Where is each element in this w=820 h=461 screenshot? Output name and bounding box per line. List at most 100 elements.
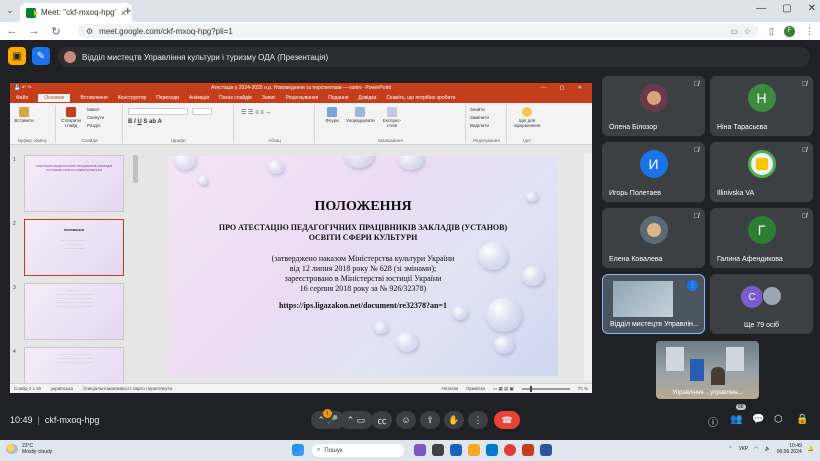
slide-scrollbar — [584, 153, 592, 381]
copilot-icon[interactable] — [414, 444, 426, 456]
present-button[interactable]: ⇪ — [420, 411, 440, 429]
bookmark-star-icon[interactable]: ☆ — [744, 27, 751, 36]
ppt-tab-help: Довідка — [358, 95, 377, 101]
view-icons: ▭ ▦ ▤ ▣ — [492, 385, 514, 391]
hand-raise-badge: 1 — [323, 409, 332, 418]
thumb2-body: ·························· ··············… — [61, 238, 87, 250]
slide-thumbnails-pane: 1 АТЕСТАЦІЯ ПЕДАГОГІЧНИХ ПРАЦІВНИКІВ ЗАК… — [10, 153, 140, 393]
cast-icon[interactable]: ▭ — [730, 27, 738, 36]
accessibility-status: Спеціальні можливості: варто переглянути — [82, 386, 173, 391]
chrome-icon[interactable] — [504, 444, 516, 456]
browser-tab-meet[interactable]: Meet: "ckf-mxoq-hpg" × — [20, 3, 132, 22]
bubble-decoration — [268, 160, 284, 174]
people-icon[interactable]: 👥 — [730, 414, 742, 425]
speaking-indicator-icon: ⋮ — [687, 280, 698, 291]
info-icon[interactable]: ⓘ — [708, 414, 718, 429]
slide-counter: Слайд 2 з 19 — [14, 386, 41, 391]
more-participants-tile[interactable]: С Ще 79 осіб — [710, 274, 813, 334]
more-vert-icon: ⋮ — [473, 414, 483, 425]
camera-toggle-button[interactable]: ⌃ ▭ — [339, 411, 373, 429]
file-explorer-icon[interactable] — [468, 444, 480, 456]
participant-tile[interactable]: 🎙̸ Illinivska VA — [710, 142, 813, 202]
participant-name: Ніна Тарасьєва — [717, 124, 768, 131]
forward-arrow-icon[interactable]: → — [28, 25, 40, 37]
ppt-tab-insert: Вставлення — [80, 95, 108, 101]
thumb2-title: ПОЛОЖЕННЯ — [63, 228, 84, 232]
participant-tile[interactable]: И 🎙̸ Игорь Полетаев — [602, 142, 705, 202]
participant-tile[interactable]: 🎙̸ Олена Білозор — [602, 76, 705, 136]
presenter-tile[interactable]: ⋮ Відділ мистецтв Управлін... — [602, 274, 705, 334]
shapes-button: Фігури — [322, 107, 342, 123]
site-info-icon[interactable]: ⚙ — [86, 27, 93, 36]
activities-icon[interactable]: ⬡ — [774, 414, 783, 425]
ppt-tab-design: Конструктор — [117, 95, 147, 101]
profile-avatar[interactable]: F — [784, 25, 795, 37]
section-button: Розділ — [87, 123, 101, 128]
participant-tile[interactable]: Н 🎙̸ Ніна Тарасьєва — [710, 76, 813, 136]
zoom-slider — [521, 385, 570, 392]
raise-hand-button[interactable]: ✋ — [444, 411, 464, 429]
edit-pen-icon[interactable]: ✎ — [32, 47, 50, 65]
close-window-button[interactable]: ✕ — [808, 3, 816, 14]
tray-chevron-icon[interactable]: ⌃ — [728, 446, 732, 452]
participant-name: Олена Білозор — [609, 124, 658, 131]
address-bar[interactable]: ⚙ meet.google.com/ckf-mxoq-hpg?pli=1 ▭ ☆ — [78, 24, 760, 38]
language-indicator[interactable]: УКР — [739, 446, 748, 452]
bubble-decoration — [398, 156, 424, 170]
bubble-decoration — [374, 322, 388, 334]
reload-icon[interactable]: ↻ — [50, 25, 62, 38]
chat-icon[interactable]: 💬 — [752, 414, 764, 425]
window-decoration — [726, 347, 744, 371]
windows-start-icon[interactable] — [292, 444, 304, 456]
volume-icon[interactable]: 🔈 — [765, 446, 771, 452]
store-icon[interactable] — [486, 444, 498, 456]
new-tab-button[interactable]: + — [124, 4, 132, 18]
taskbar-search[interactable]: ⌕ Пошук — [312, 444, 404, 457]
bubble-decoration — [344, 156, 374, 168]
back-arrow-icon[interactable]: ← — [6, 25, 18, 37]
ppt-tell-me: Скажіть, що потрібно зробити — [386, 95, 456, 101]
thumb-number: 4 — [13, 349, 16, 355]
participant-tile[interactable]: Г 🎙̸ Галина Афендикова — [710, 208, 813, 268]
system-tray: ⌃ УКР ◠ 🔈 10:49 06.06.2024 🔔 — [728, 443, 814, 455]
reset-button: Скинути — [87, 115, 105, 120]
zoom-level: 72 % — [577, 386, 588, 391]
edge-icon[interactable] — [450, 444, 462, 456]
task-view-icon[interactable] — [432, 444, 444, 456]
presenting-banner: Відділ мистецтв Управління культури і ту… — [58, 47, 810, 67]
comments-button: Примітки — [466, 386, 485, 391]
participant-avatar: Г — [747, 216, 776, 244]
captions-button[interactable]: ㏄ — [372, 411, 392, 429]
ppt-ribbon: Вставити Буфер обміну Створити слайд Мак… — [10, 103, 592, 145]
menu-kebab-icon[interactable]: ⋮ — [805, 26, 814, 37]
powerpoint-icon[interactable] — [522, 444, 534, 456]
end-call-icon: ☎ — [501, 414, 513, 425]
reactions-button[interactable]: ☺ — [396, 411, 416, 429]
host-controls-icon[interactable]: 🔒 — [796, 414, 808, 425]
maximize-button[interactable]: ▢ — [782, 3, 791, 14]
tab-search-icon[interactable]: ⌄ — [4, 5, 16, 17]
minimize-button[interactable]: — — [756, 3, 766, 14]
notifications-icon[interactable]: 🔔 — [808, 446, 814, 452]
layout-button: Макет — [87, 107, 100, 112]
thumb3-body: ··············· ·························… — [55, 288, 93, 308]
design-ideas-button: Ідеї для оформлення — [510, 107, 544, 128]
participant-tile[interactable]: 🎙̸ Елена Ковалева — [602, 208, 705, 268]
slide-thumbnail-2: ПОЛОЖЕННЯ ·························· ····… — [24, 219, 124, 276]
side-panel-icon[interactable]: ▯ — [769, 26, 774, 37]
ribbon-group-slides: Створити слайд Макет Скинути Розділ Слай… — [57, 105, 123, 143]
bubble-decoration — [174, 156, 196, 170]
ppt-tab-animation: Анімація — [188, 95, 210, 101]
slide-body: (затверджено наказом Міністерства культу… — [228, 254, 498, 294]
wifi-icon[interactable]: ◠ — [754, 446, 758, 452]
more-options-button[interactable]: ⋮ — [468, 411, 488, 429]
mic-off-icon: 🎙̸ — [693, 213, 699, 220]
presentation-icon[interactable]: ▣ — [8, 47, 26, 65]
word-icon[interactable] — [540, 444, 552, 456]
thumb-number: 1 — [13, 157, 16, 163]
quick-access-icon: 💾 ↶ ↷ — [14, 85, 32, 91]
leave-call-button[interactable]: ☎ — [494, 411, 520, 429]
bubble-decoration — [494, 336, 514, 354]
clock[interactable]: 10:49 06.06.2024 — [777, 443, 802, 455]
weather-widget[interactable]: 23°C Mostly cloudy — [6, 443, 52, 455]
